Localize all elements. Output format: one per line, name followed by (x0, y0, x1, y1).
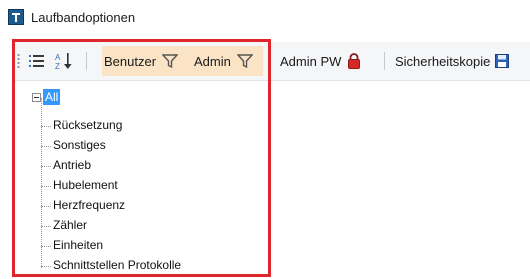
tree-connector (41, 246, 51, 247)
tree-item-herzfrequenz[interactable]: Herzfrequenz (41, 197, 241, 215)
svg-text:Z: Z (55, 62, 60, 71)
toolbar-separator (86, 52, 87, 70)
svg-text:A: A (55, 53, 61, 62)
tree-item-label: Einheiten (53, 238, 104, 252)
window-title: Laufbandoptionen (31, 10, 136, 25)
backup-button[interactable]: Sicherheitskopie (395, 42, 510, 80)
admin-label: Admin (194, 53, 231, 69)
tree-connector (41, 146, 51, 147)
admin-pw-label: Admin PW (280, 53, 342, 69)
tree-connector (41, 226, 51, 227)
toolbar-grip-icon[interactable] (17, 53, 20, 69)
save-floppy-icon (495, 54, 510, 68)
tree-item-label: Schnittstellen Protokolle (53, 258, 182, 272)
admin-filter-button[interactable]: Admin (194, 42, 253, 80)
categorized-view-button[interactable] (28, 42, 50, 80)
sort-alphabetical-icon: A Z (55, 53, 72, 71)
tree-connector (41, 206, 51, 207)
tree-item-label: Herzfrequenz (53, 198, 126, 212)
tree-connector (41, 166, 51, 167)
sort-alphabetical-button[interactable]: A Z (54, 42, 78, 80)
treadmill-app-icon (8, 9, 24, 25)
toolbar-separator (384, 52, 385, 70)
categorized-list-icon (29, 55, 44, 67)
tree-item-schnittstellen-protokolle[interactable]: Schnittstellen Protokolle (41, 257, 241, 275)
backup-label: Sicherheitskopie (395, 53, 491, 69)
filter-funnel-icon (236, 54, 253, 69)
tree-item-label: Antrieb (53, 158, 92, 172)
title-bar: Laufbandoptionen (0, 0, 530, 34)
tree-item-einheiten[interactable]: Einheiten (41, 237, 241, 255)
tree-root-all[interactable]: All (43, 89, 61, 105)
tree-item-antrieb[interactable]: Antrieb (41, 157, 241, 175)
tree-item-label: Zähler (53, 218, 88, 232)
tree-item-label: Hubelement (53, 178, 118, 192)
tree-item-ruecksetzung[interactable]: Rücksetzung (41, 117, 241, 135)
tree-item-hubelement[interactable]: Hubelement (41, 177, 241, 195)
tree-item-label: Rücksetzung (53, 118, 123, 132)
red-lock-icon (348, 53, 361, 69)
tree-item-label: Sonstiges (53, 138, 106, 152)
property-toolbar: A Z Benutzer Admin Admin PW Sicherheitsk… (14, 42, 530, 81)
toolbar-separator (269, 52, 270, 70)
tree-item-sonstiges[interactable]: Sonstiges (41, 137, 241, 155)
tree-connector (41, 186, 51, 187)
tree-connector (41, 266, 51, 267)
tree-connector (41, 126, 51, 127)
admin-password-button[interactable]: Admin PW (280, 42, 361, 80)
benutzer-label: Benutzer (104, 53, 157, 69)
filter-funnel-icon (162, 54, 179, 69)
tree-item-zaehler[interactable]: Zähler (41, 217, 241, 235)
collapse-toggle-icon[interactable] (32, 93, 41, 102)
benutzer-filter-button[interactable]: Benutzer (104, 42, 179, 80)
